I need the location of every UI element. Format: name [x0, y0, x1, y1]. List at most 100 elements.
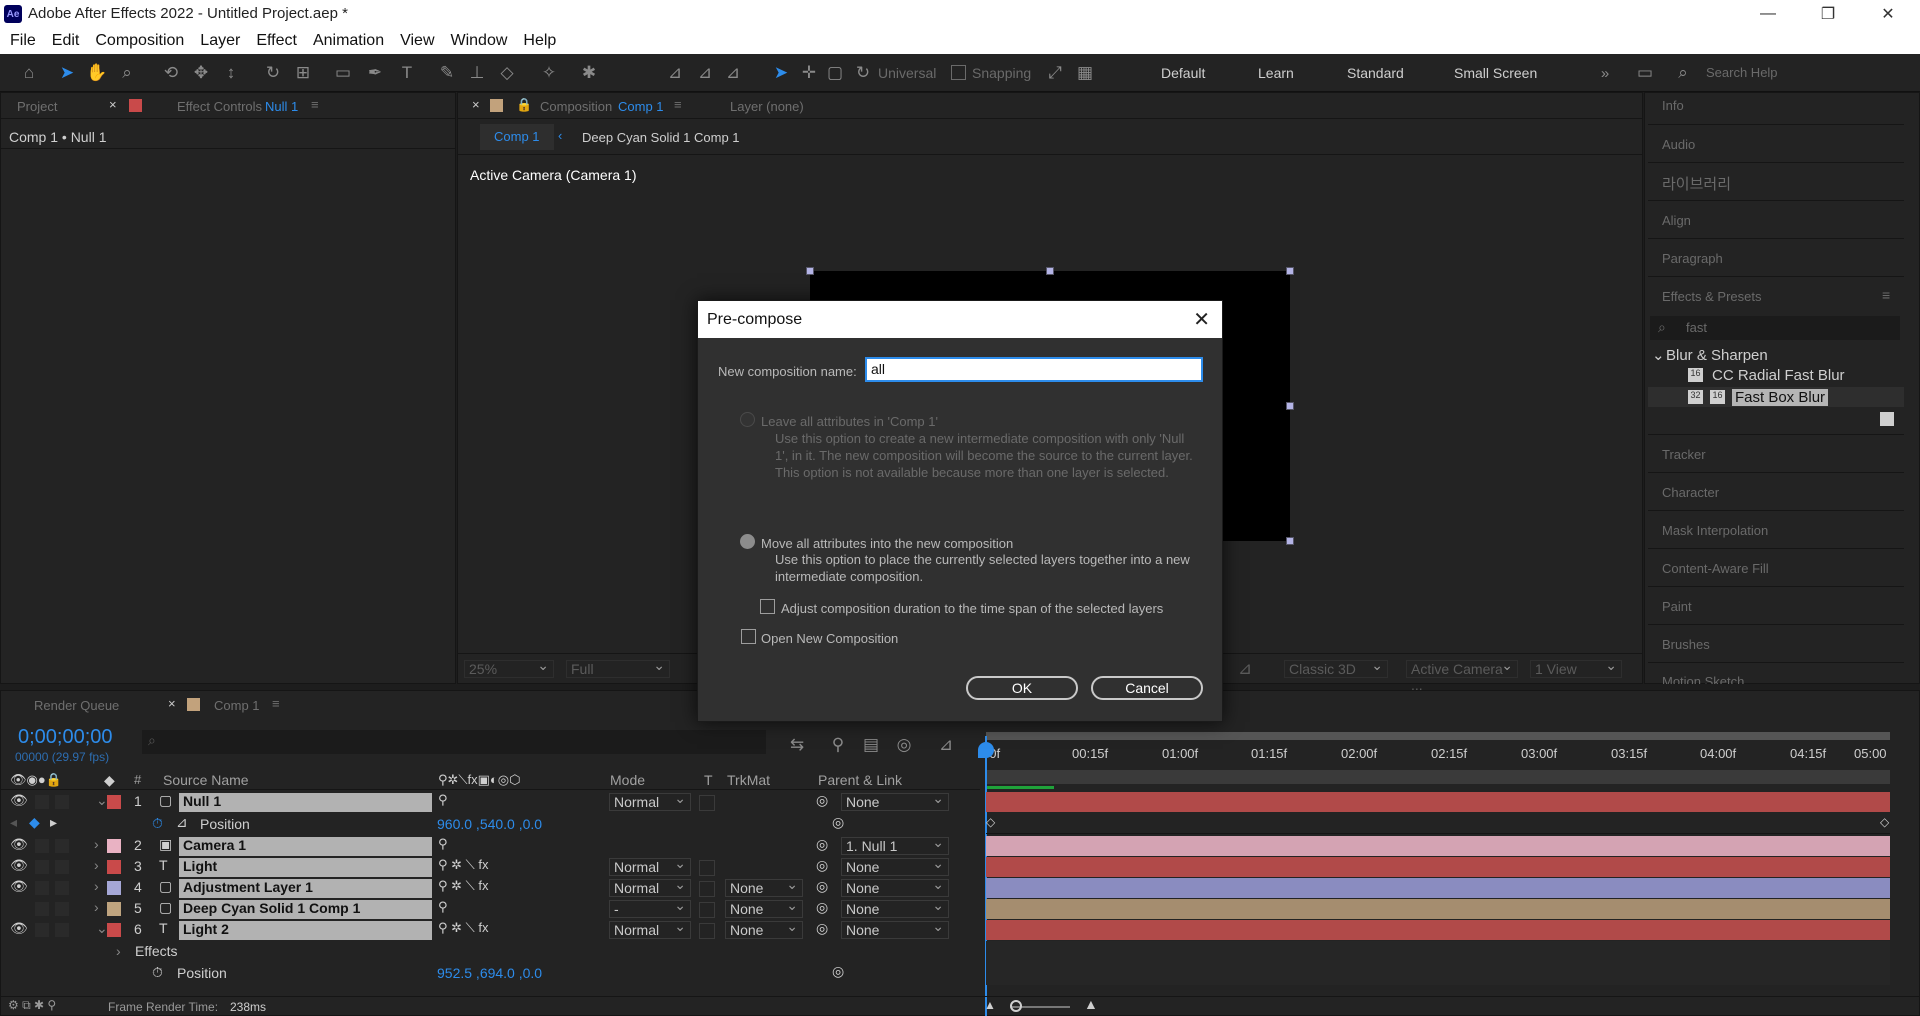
paragraph-panel[interactable]: Paragraph: [1662, 251, 1723, 266]
cancel-button[interactable]: Cancel: [1091, 676, 1203, 700]
open-new-comp-checkbox[interactable]: [741, 629, 756, 644]
preserve-transparency-checkbox[interactable]: [699, 902, 715, 918]
lock-switch[interactable]: [55, 881, 69, 895]
preserve-transparency-checkbox[interactable]: [699, 923, 715, 939]
new-folder-icon[interactable]: [1880, 412, 1894, 426]
menu-animation[interactable]: Animation: [313, 32, 384, 50]
composition-name-input[interactable]: all: [865, 357, 1203, 382]
panel-menu-icon[interactable]: ≡: [272, 696, 280, 711]
camera-dropdown[interactable]: Active Camera ...: [1406, 657, 1518, 693]
comp-flowchart-icon[interactable]: ⇆: [786, 734, 808, 756]
panel-menu-icon[interactable]: ≡: [1882, 287, 1890, 303]
character-panel[interactable]: Character: [1662, 485, 1719, 500]
chevron-right-icon[interactable]: ›: [94, 899, 99, 915]
solo-switch[interactable]: [35, 923, 49, 937]
layer-duration-bar[interactable]: [986, 792, 1890, 812]
anchor-tool-icon[interactable]: ⊞: [292, 62, 314, 84]
paint-panel[interactable]: Paint: [1662, 599, 1692, 614]
puppet-tool-icon[interactable]: ✱: [578, 62, 600, 84]
layer-name[interactable]: Deep Cyan Solid 1 Comp 1: [179, 900, 432, 919]
label-color-swatch[interactable]: [107, 860, 121, 874]
chevron-down-icon[interactable]: ⌄: [96, 920, 108, 937]
menu-view[interactable]: View: [400, 32, 434, 50]
mode-dropdown[interactable]: Normal: [609, 918, 691, 939]
layer-name[interactable]: Light: [179, 858, 432, 877]
solo-switch[interactable]: [35, 902, 49, 916]
search-help-input[interactable]: Search Help: [1706, 65, 1778, 80]
menu-layer[interactable]: Layer: [200, 32, 240, 50]
close-icon[interactable]: ×: [168, 696, 176, 711]
chevron-down-icon[interactable]: ⌄: [1652, 346, 1665, 364]
views-dropdown[interactable]: 1 View: [1530, 657, 1622, 678]
keyframe-marker[interactable]: ◇: [986, 815, 995, 829]
layer-row[interactable]: › 5 ▢ Deep Cyan Solid 1 Comp 1 ⚲ - None ◎ None: [0, 897, 980, 920]
chevron-right-icon[interactable]: ›: [116, 943, 121, 959]
layer-switches[interactable]: ⚲ ✲ ⟍ fx: [438, 920, 488, 936]
close-icon[interactable]: ×: [472, 97, 480, 112]
layer-switches[interactable]: ⚲ ✲ ⟍ fx: [438, 857, 488, 873]
bounding-handle[interactable]: [1286, 267, 1294, 275]
tab-layer[interactable]: Layer (none): [730, 99, 804, 114]
chevron-left-icon[interactable]: ‹: [558, 128, 562, 143]
stopwatch-icon[interactable]: ⏱: [152, 964, 163, 981]
axis-local-icon[interactable]: ⊿: [664, 62, 686, 84]
stopwatch-icon[interactable]: ⏱: [152, 815, 163, 832]
bounding-handle[interactable]: [1046, 267, 1054, 275]
workspace-learn[interactable]: Learn: [1258, 65, 1294, 81]
layer-name[interactable]: Adjustment Layer 1: [179, 879, 432, 898]
selection-tool-icon[interactable]: ➤: [56, 62, 78, 84]
lock-switch[interactable]: [55, 902, 69, 916]
preserve-transparency-checkbox[interactable]: [699, 881, 715, 897]
mode-dropdown[interactable]: Normal: [609, 876, 691, 897]
tracker-panel[interactable]: Tracker: [1662, 447, 1706, 462]
col-source-name[interactable]: Source Name: [163, 772, 249, 788]
pickwhip-icon[interactable]: ◎: [816, 792, 828, 809]
tab-project[interactable]: Project: [17, 99, 57, 114]
content-aware-fill-panel[interactable]: Content-Aware Fill: [1662, 561, 1769, 576]
search-icon[interactable]: ⌕: [1672, 62, 1694, 84]
pickwhip-icon[interactable]: ◎: [816, 920, 828, 937]
close-icon[interactable]: ✕: [1193, 307, 1210, 332]
clone-tool-icon[interactable]: ⊥: [466, 62, 488, 84]
layer-duration-bar[interactable]: [986, 899, 1890, 919]
pickwhip-icon[interactable]: ◎: [816, 878, 828, 895]
parent-dropdown[interactable]: None: [841, 918, 949, 939]
nav-comp-tab[interactable]: Comp 1: [480, 124, 554, 150]
playhead-handle[interactable]: [978, 742, 994, 758]
layer-switches[interactable]: ⚲: [438, 792, 448, 808]
effect-item[interactable]: CC Radial Fast Blur: [1712, 367, 1845, 384]
eraser-tool-icon[interactable]: ◇: [496, 62, 518, 84]
pickwhip-icon[interactable]: ◎: [816, 836, 828, 853]
eye-icon[interactable]: 👁: [10, 878, 28, 895]
bounding-handle[interactable]: [1286, 402, 1294, 410]
layer-duration-bar[interactable]: [986, 878, 1890, 898]
mask-interpolation-panel[interactable]: Mask Interpolation: [1662, 523, 1768, 538]
parent-dropdown[interactable]: None: [841, 897, 949, 918]
rotate-tool-icon[interactable]: ↻: [262, 62, 284, 84]
dolly-tool-icon[interactable]: ↕: [220, 62, 242, 84]
zoom-out-icon[interactable]: ▲: [984, 998, 996, 1012]
motion-sketch-panel[interactable]: Motion Sketch: [1662, 674, 1744, 684]
tab-effect-controls[interactable]: Effect Controls: [177, 99, 262, 114]
lock-switch[interactable]: [55, 860, 69, 874]
col-mode[interactable]: Mode: [610, 772, 645, 788]
solo-switch[interactable]: [35, 860, 49, 874]
parent-dropdown[interactable]: None: [841, 855, 949, 876]
roto-brush-icon[interactable]: ✧: [538, 62, 560, 84]
brush-tool-icon[interactable]: ✎: [436, 62, 458, 84]
type-tool-icon[interactable]: T: [396, 62, 418, 84]
align-panel[interactable]: Align: [1662, 213, 1691, 228]
label-color-swatch[interactable]: [107, 881, 121, 895]
layer-duration-bar[interactable]: [986, 857, 1890, 877]
menu-edit[interactable]: Edit: [52, 32, 80, 50]
chevron-right-icon[interactable]: ›: [94, 836, 99, 852]
label-color-swatch[interactable]: [107, 902, 121, 916]
tab-comp[interactable]: Comp 1: [214, 698, 260, 713]
lock-icon[interactable]: 🔒: [516, 97, 532, 113]
layer-row[interactable]: 👁 › 3 T Light ⚲ ✲ ⟍ fx Normal ◎ None: [0, 855, 980, 878]
universal-move-icon[interactable]: ✛: [798, 62, 820, 84]
adjust-duration-checkbox[interactable]: [760, 599, 775, 614]
label-color-swatch[interactable]: [107, 839, 121, 853]
time-ruler[interactable]: 00f00:15f01:00f01:15f02:00f02:15f03:00f0…: [982, 742, 1890, 770]
zoom-in-icon[interactable]: ▲: [1084, 996, 1098, 1012]
